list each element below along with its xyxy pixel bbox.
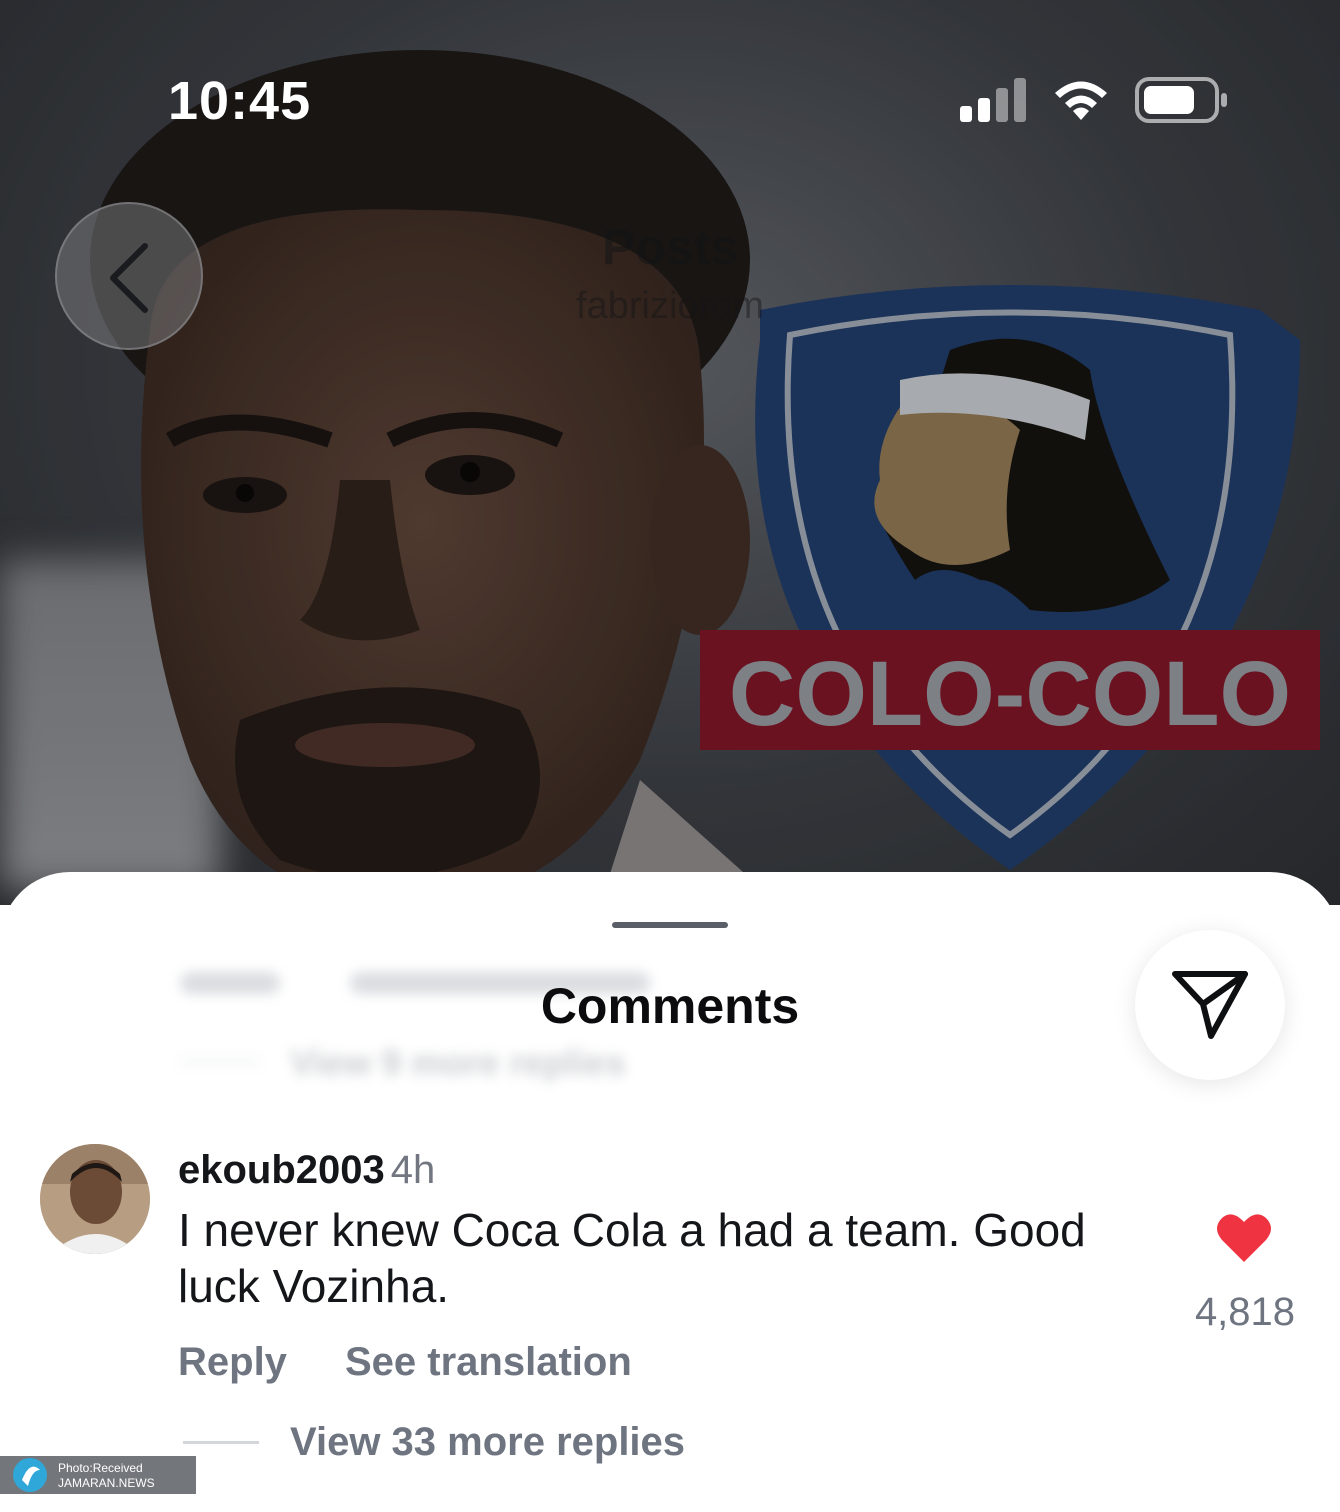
heart-icon[interactable] (1216, 1212, 1272, 1264)
watermark: Photo:Received JAMARAN.NEWS (0, 1456, 196, 1494)
see-translation-button[interactable]: See translation (345, 1340, 632, 1385)
watermark-line1: Photo:Received (58, 1461, 143, 1475)
jamaran-logo-icon (13, 1458, 47, 1492)
watermark-line2: JAMARAN.NEWS (58, 1476, 155, 1490)
share-button[interactable] (1135, 930, 1285, 1080)
comment-username[interactable]: ekoub2003 (178, 1148, 385, 1192)
comments-sheet: View 9 more replies Comments ekoub2003 4h… (0, 872, 1340, 1512)
avatar[interactable] (40, 1144, 150, 1254)
status-bar: 10:45 (0, 0, 1340, 200)
reply-button[interactable]: Reply (178, 1340, 287, 1385)
page-subtitle: fabriziorom (576, 285, 764, 327)
blurred-more-replies: View 9 more replies (290, 1042, 626, 1083)
status-time: 10:45 (168, 71, 312, 131)
send-icon (1172, 971, 1248, 1039)
replies-divider (183, 1441, 259, 1444)
comment-timestamp: 4h (390, 1148, 436, 1192)
signal-icon (960, 78, 1026, 122)
sheet-drag-handle[interactable] (612, 922, 728, 928)
wifi-icon (1055, 81, 1107, 120)
view-more-replies-button[interactable]: View 33 more replies (290, 1420, 685, 1465)
page-title: Posts (601, 219, 739, 275)
comment-username-row: ekoub2003 4h (178, 1148, 435, 1193)
avatar-image (40, 1144, 150, 1254)
like-count: 4,818 (1194, 1290, 1296, 1334)
battery-icon (1135, 77, 1227, 123)
comment-text: I never knew Coca Cola a had a team. Goo… (178, 1204, 1086, 1312)
